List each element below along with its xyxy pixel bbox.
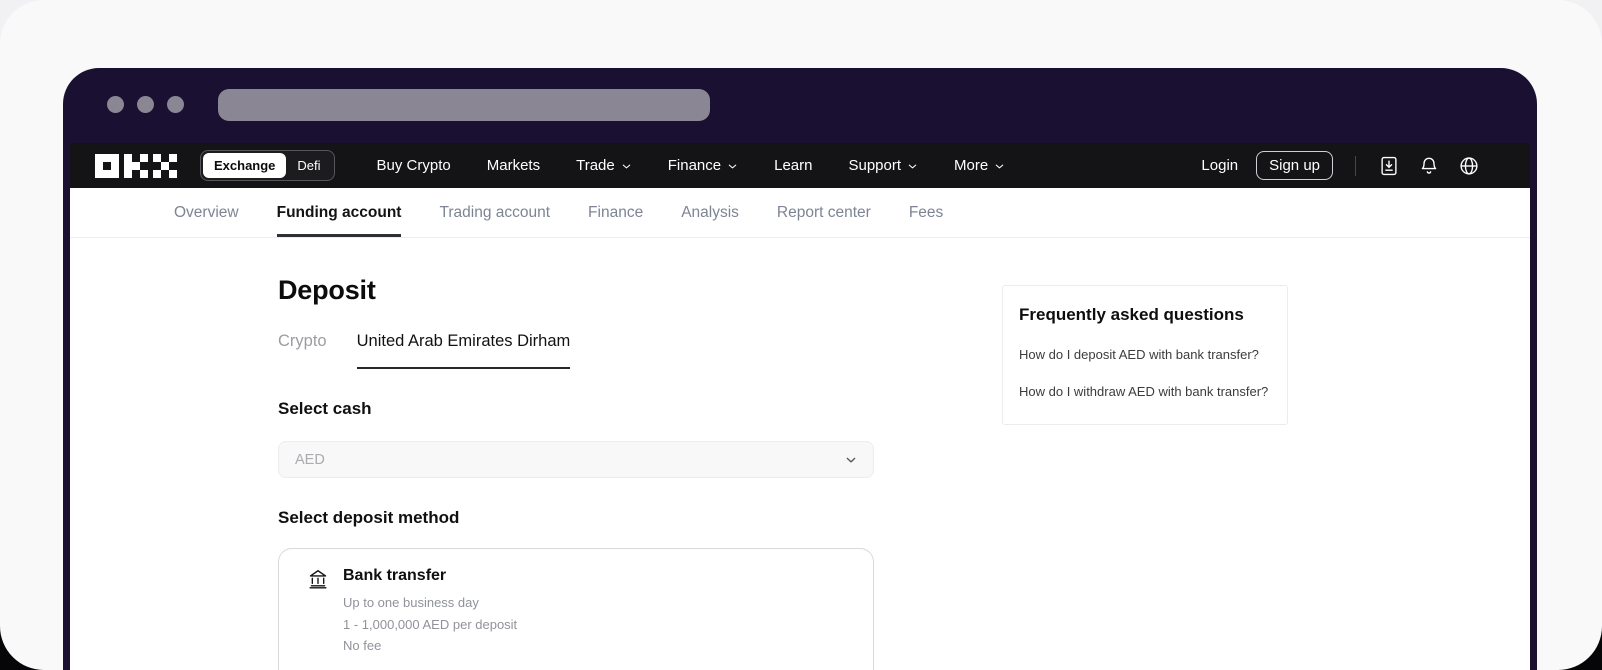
deposit-form: Deposit Crypto United Arab Emirates Dirh… xyxy=(278,238,874,670)
globe-icon[interactable] xyxy=(1458,155,1480,177)
subnav-report-center[interactable]: Report center xyxy=(777,188,871,237)
address-bar[interactable] xyxy=(218,89,710,121)
subnav-analysis[interactable]: Analysis xyxy=(681,188,739,237)
select-cash-label: Select cash xyxy=(278,399,372,418)
bank-transfer-card[interactable]: Bank transfer Up to one business day 1 -… xyxy=(278,548,874,670)
okx-logo-k xyxy=(124,153,148,178)
window-control-dot[interactable] xyxy=(107,96,124,113)
toggle-defi[interactable]: Defi xyxy=(286,153,331,178)
subnav-funding-account[interactable]: Funding account xyxy=(276,188,401,237)
faq-panel: Frequently asked questions How do I depo… xyxy=(1002,285,1288,425)
nav-more[interactable]: More xyxy=(954,157,1005,174)
bank-transfer-info: Bank transfer Up to one business day 1 -… xyxy=(343,567,517,670)
tab-uae-dirham[interactable]: United Arab Emirates Dirham xyxy=(356,332,571,369)
divider xyxy=(1355,155,1356,176)
bell-icon[interactable] xyxy=(1418,155,1440,177)
browser-window: Exchange Defi Buy Crypto Markets Trade F… xyxy=(63,68,1537,670)
nav-right: Login Sign up xyxy=(1201,151,1530,180)
subnav-trading-account[interactable]: Trading account xyxy=(439,188,550,237)
faq-question-withdraw[interactable]: How do I withdraw AED with bank transfer… xyxy=(1019,384,1271,399)
account-subnav: Overview Funding account Trading account… xyxy=(70,188,1530,238)
signup-button[interactable]: Sign up xyxy=(1256,151,1333,180)
chevron-down-icon xyxy=(843,452,859,468)
faq-title: Frequently asked questions xyxy=(1019,305,1244,324)
faq-question-deposit[interactable]: How do I deposit AED with bank transfer? xyxy=(1019,347,1271,362)
method-name: Bank transfer xyxy=(343,567,447,584)
toggle-exchange[interactable]: Exchange xyxy=(203,153,287,178)
page-title: Deposit xyxy=(278,275,376,305)
nav-finance[interactable]: Finance xyxy=(668,157,738,174)
nav-links: Buy Crypto Markets Trade Finance Learn S… xyxy=(377,157,1006,174)
nav-trade[interactable]: Trade xyxy=(576,157,632,174)
exchange-defi-toggle: Exchange Defi xyxy=(200,150,335,181)
okx-logo-x xyxy=(153,153,177,178)
content-area: Deposit Crypto United Arab Emirates Dirh… xyxy=(70,238,1530,670)
okx-logo-icon[interactable] xyxy=(95,153,177,178)
chevron-down-icon xyxy=(727,161,738,172)
method-fee: No fee xyxy=(343,638,382,654)
nav-support[interactable]: Support xyxy=(848,157,918,174)
subnav-finance[interactable]: Finance xyxy=(588,188,643,237)
login-link[interactable]: Login xyxy=(1201,157,1238,174)
deposit-type-tabs: Crypto United Arab Emirates Dirham xyxy=(278,332,874,369)
select-method-label: Select deposit method xyxy=(278,508,460,527)
tab-crypto[interactable]: Crypto xyxy=(278,332,327,369)
nav-learn[interactable]: Learn xyxy=(774,157,812,174)
cash-select[interactable]: AED xyxy=(278,441,874,478)
download-app-icon[interactable] xyxy=(1378,155,1400,177)
chevron-down-icon xyxy=(994,161,1005,172)
okx-logo-o xyxy=(95,153,119,178)
cash-select-value: AED xyxy=(295,451,325,468)
window-control-dot[interactable] xyxy=(137,96,154,113)
okx-page: Exchange Defi Buy Crypto Markets Trade F… xyxy=(70,143,1530,670)
bank-icon xyxy=(307,568,329,670)
chevron-down-icon xyxy=(621,161,632,172)
window-control-dot[interactable] xyxy=(167,96,184,113)
method-time: Up to one business day xyxy=(343,595,479,610)
chevron-down-icon xyxy=(907,161,918,172)
subnav-fees[interactable]: Fees xyxy=(909,188,943,237)
browser-titlebar xyxy=(63,68,1537,143)
method-limits: 1 - 1,000,000 AED per deposit xyxy=(343,616,518,632)
nav-markets[interactable]: Markets xyxy=(487,157,540,174)
subnav-overview[interactable]: Overview xyxy=(174,188,239,237)
nav-buy-crypto[interactable]: Buy Crypto xyxy=(377,157,451,174)
main-navbar: Exchange Defi Buy Crypto Markets Trade F… xyxy=(70,143,1530,188)
